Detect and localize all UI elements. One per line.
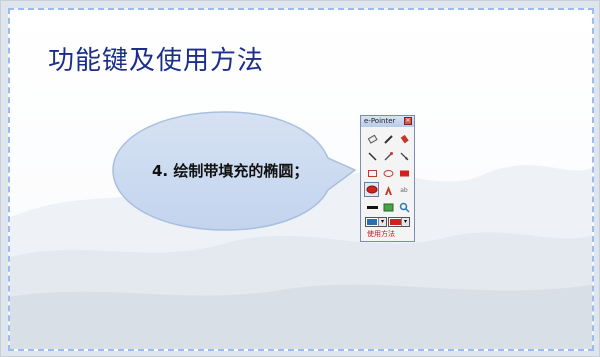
- ellipse-icon[interactable]: [381, 166, 395, 180]
- filled-rectangle-icon[interactable]: [397, 166, 411, 180]
- filled-ellipse-icon[interactable]: [364, 182, 379, 197]
- thick-line-icon[interactable]: [365, 200, 379, 214]
- epointer-toolbar: e-Pointer ✕ ab ▾ ▾ 使用方法: [360, 115, 415, 242]
- line-icon[interactable]: [365, 149, 379, 163]
- slide-frame: 功能键及使用方法 4. 绘制带填充的椭圆； e-Pointer ✕ ab ▾ ▾…: [0, 0, 600, 357]
- arrow-icon[interactable]: [397, 149, 411, 163]
- line-width-select[interactable]: ▾: [365, 217, 387, 227]
- rectangle-icon[interactable]: [365, 166, 379, 180]
- screenshot-icon[interactable]: [381, 200, 395, 214]
- close-button[interactable]: ✕: [404, 117, 412, 125]
- zoom-icon[interactable]: [397, 200, 411, 214]
- text-tool-icon[interactable]: ab: [397, 183, 411, 197]
- eraser-icon[interactable]: [365, 132, 379, 146]
- usage-label[interactable]: 使用方法: [367, 229, 395, 239]
- color-select[interactable]: ▾: [388, 217, 410, 227]
- chevron-down-icon: ▾: [401, 218, 409, 226]
- marker-icon[interactable]: [397, 132, 411, 146]
- brush-icon[interactable]: [381, 149, 395, 163]
- bubble-text: 4. 绘制带填充的椭圆；: [152, 162, 309, 180]
- stamp-icon[interactable]: [381, 183, 395, 197]
- slide: 功能键及使用方法 4. 绘制带填充的椭圆； e-Pointer ✕ ab ▾ ▾…: [8, 8, 594, 351]
- pen-icon[interactable]: [381, 132, 395, 146]
- chevron-down-icon: ▾: [378, 218, 386, 226]
